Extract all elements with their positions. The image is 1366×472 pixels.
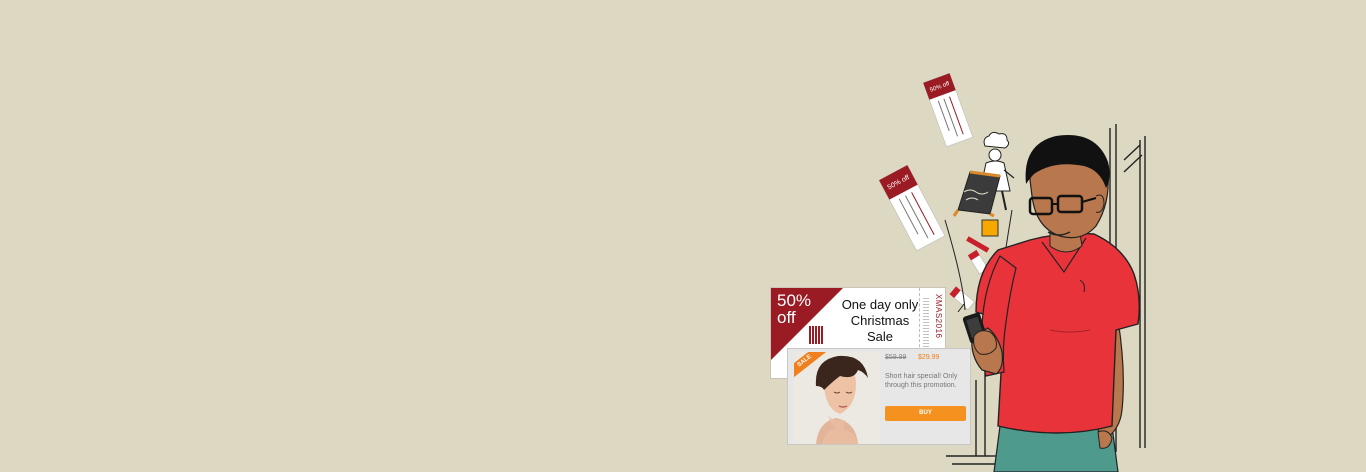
buy-button[interactable]: BUY	[885, 406, 966, 421]
barcode-icon	[809, 326, 823, 344]
flying-yellow-square	[981, 219, 999, 237]
man-hand	[973, 330, 997, 355]
flying-coupon-top: 50% off	[922, 72, 974, 148]
product-description: Short hair special! Only through this pr…	[885, 373, 958, 389]
coupon-headline-line2: Christmas	[850, 313, 910, 328]
product-photo: SALE	[794, 352, 880, 444]
flying-red-strip	[966, 236, 990, 253]
old-price: $59.99	[885, 354, 907, 361]
hero-illustration: 50% off 50% off	[878, 72, 1146, 472]
product-card: SALE $59.99 $29.99 Short hair special! O…	[787, 348, 971, 445]
coupon-headline: One day only Christmas Sale	[835, 297, 925, 345]
coupon-headline-line1: One day only	[841, 297, 919, 312]
sale-price: $29.99	[918, 354, 940, 361]
coupon-headline-line3: Sale	[866, 329, 894, 344]
hero-banner: 50% off 50% off 50% off One day only Chr…	[0, 0, 1366, 472]
coupon-discount-percent: 50%	[777, 291, 812, 310]
man-head	[1025, 135, 1110, 239]
coupon-discount: 50% off	[777, 292, 811, 326]
coupon-discount-off: off	[777, 308, 796, 327]
chalkboard-sign	[952, 170, 1001, 218]
flying-coupon-middle: 50% off	[878, 164, 946, 252]
